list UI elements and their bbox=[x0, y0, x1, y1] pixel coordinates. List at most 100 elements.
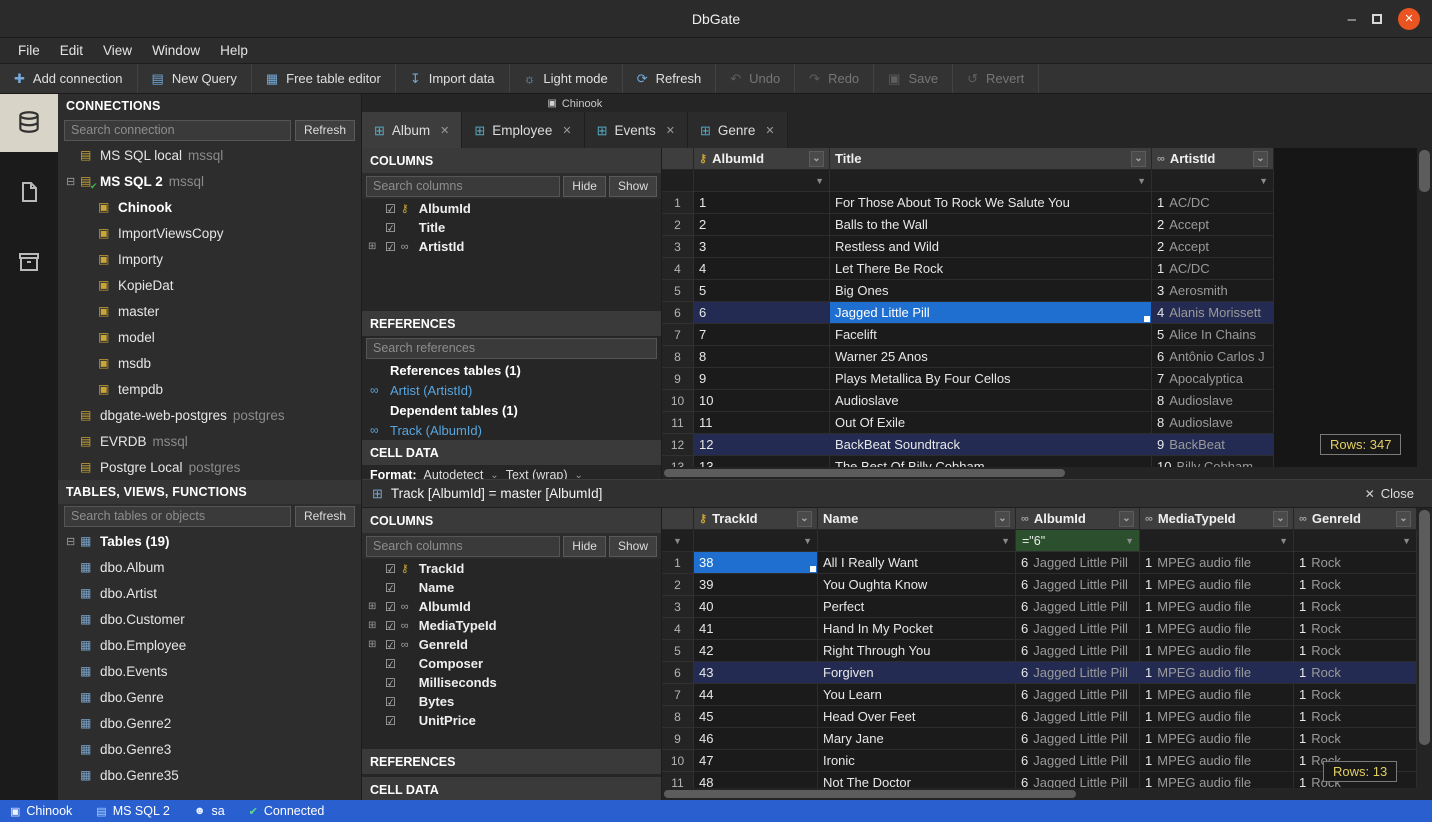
minimize-button[interactable]: – bbox=[1348, 11, 1356, 28]
connection-tree-item[interactable]: ▣ msdb bbox=[58, 350, 361, 376]
table-row[interactable]: 3 3 Restless and Wild 2Accept bbox=[662, 236, 1417, 258]
filter-input[interactable] bbox=[1154, 174, 1256, 188]
rail-archive-button[interactable] bbox=[0, 234, 58, 292]
expand-icon[interactable]: ⊞ bbox=[368, 241, 380, 252]
vertical-scrollbar[interactable] bbox=[1417, 508, 1432, 800]
cell-name[interactable]: Right Through You bbox=[818, 640, 1016, 662]
row-number[interactable]: 6 bbox=[662, 662, 694, 684]
row-number[interactable]: 5 bbox=[662, 640, 694, 662]
columns-search-input[interactable] bbox=[366, 176, 560, 197]
table-row[interactable]: 6 43 Forgiven 6Jagged Little Pill 1MPEG … bbox=[662, 662, 1417, 684]
column-menu-chevron[interactable]: ⌄ bbox=[1273, 511, 1288, 527]
filter-corner[interactable] bbox=[662, 170, 694, 192]
filter-corner[interactable]: ▼ bbox=[662, 530, 694, 552]
cell-name[interactable]: Ironic bbox=[818, 750, 1016, 772]
cell-artistid[interactable]: 4Alanis Morissett bbox=[1152, 302, 1274, 324]
grid-corner[interactable] bbox=[662, 148, 694, 170]
checkbox-icon[interactable]: ☑ bbox=[385, 240, 396, 254]
row-number[interactable]: 9 bbox=[662, 728, 694, 750]
cell-mediatypeid[interactable]: 1MPEG audio file bbox=[1140, 552, 1294, 574]
cell-albumid[interactable]: 6Jagged Little Pill bbox=[1016, 574, 1140, 596]
row-number[interactable]: 1 bbox=[662, 552, 694, 574]
connection-tree-item[interactable]: ⊟ ▤ ✔ MS SQL 2 mssql bbox=[58, 168, 361, 194]
column-menu-chevron[interactable]: ⌄ bbox=[797, 511, 812, 527]
cell-title[interactable]: Big Ones bbox=[830, 280, 1152, 302]
table-row[interactable]: 12 12 BackBeat Soundtrack 9BackBeat bbox=[662, 434, 1417, 456]
cell-albumid[interactable]: 8 bbox=[694, 346, 830, 368]
cell-name[interactable]: Hand In My Pocket bbox=[818, 618, 1016, 640]
tab-close-icon[interactable]: ✕ bbox=[562, 124, 571, 137]
table-row[interactable]: 6 6 Jagged Little Pill 4Alanis Morissett bbox=[662, 302, 1417, 324]
cell-genreid[interactable]: 1Rock bbox=[1294, 706, 1417, 728]
object-tree-item[interactable]: ▦ dbo.Album bbox=[58, 554, 361, 580]
funnel-icon[interactable]: ▼ bbox=[1399, 536, 1414, 546]
column-header-mediatypeid[interactable]: ∞ MediaTypeId ⌄ bbox=[1140, 508, 1294, 530]
column-header-artistid[interactable]: ∞ ArtistId ⌄ bbox=[1152, 148, 1274, 170]
cell-genreid[interactable]: 1Rock bbox=[1294, 662, 1417, 684]
connection-tree-item[interactable]: ▣ Chinook bbox=[58, 194, 361, 220]
cell-albumid[interactable]: 6Jagged Little Pill bbox=[1016, 750, 1140, 772]
row-number[interactable]: 7 bbox=[662, 324, 694, 346]
row-number[interactable]: 7 bbox=[662, 684, 694, 706]
checkbox-icon[interactable]: ☑ bbox=[385, 657, 396, 671]
row-number[interactable]: 12 bbox=[662, 434, 694, 456]
cell-mediatypeid[interactable]: 1MPEG audio file bbox=[1140, 706, 1294, 728]
cell-albumid[interactable]: 6Jagged Little Pill bbox=[1016, 596, 1140, 618]
cell-albumid[interactable]: 6Jagged Little Pill bbox=[1016, 706, 1140, 728]
show-button[interactable]: Show bbox=[609, 536, 657, 557]
column-list-item[interactable]: ☑ Name bbox=[362, 578, 661, 597]
table-row[interactable]: 2 39 You Oughta Know 6Jagged Little Pill… bbox=[662, 574, 1417, 596]
reference-text[interactable]: Track (AlbumId) bbox=[390, 423, 482, 438]
funnel-icon[interactable]: ▼ bbox=[1122, 536, 1137, 546]
connections-refresh-button[interactable]: Refresh bbox=[295, 120, 355, 141]
revert-button[interactable]: ↺ Revert bbox=[953, 64, 1039, 93]
horizontal-scrollbar[interactable] bbox=[662, 467, 1417, 479]
checkbox-icon[interactable]: ☑ bbox=[385, 202, 396, 216]
checkbox-icon[interactable]: ☑ bbox=[385, 638, 396, 652]
column-list-item[interactable]: ☑ ⚷ TrackId bbox=[362, 559, 661, 578]
cell-albumid[interactable]: 5 bbox=[694, 280, 830, 302]
row-number[interactable]: 3 bbox=[662, 596, 694, 618]
checkbox-icon[interactable]: ☑ bbox=[385, 619, 396, 633]
format-select[interactable]: Autodetect bbox=[424, 468, 484, 479]
object-tree-item[interactable]: ▦ dbo.Artist bbox=[58, 580, 361, 606]
cell-albumid[interactable]: 6 bbox=[694, 302, 830, 324]
cell-name[interactable]: You Learn bbox=[818, 684, 1016, 706]
reference-item[interactable]: Dependent tables (1) bbox=[362, 400, 661, 420]
expand-icon[interactable]: ⊟ bbox=[66, 175, 80, 188]
table-row[interactable]: 8 45 Head Over Feet 6Jagged Little Pill … bbox=[662, 706, 1417, 728]
filter-albumid-active[interactable]: ="6"▼ bbox=[1016, 530, 1140, 552]
object-tree-item[interactable]: ▦ dbo.Events bbox=[58, 658, 361, 684]
column-header-name[interactable]: Name ⌄ bbox=[818, 508, 1016, 530]
cell-artistid[interactable]: 2Accept bbox=[1152, 214, 1274, 236]
checkbox-icon[interactable]: ☑ bbox=[385, 714, 396, 728]
columns-search-input[interactable] bbox=[366, 536, 560, 557]
table-row[interactable]: 5 5 Big Ones 3Aerosmith bbox=[662, 280, 1417, 302]
cell-genreid[interactable]: 1Rock bbox=[1294, 596, 1417, 618]
table-row[interactable]: 4 4 Let There Be Rock 1AC/DC bbox=[662, 258, 1417, 280]
object-tree-item[interactable]: ▦ dbo.Genre2 bbox=[58, 710, 361, 736]
object-tree-item[interactable]: ▦ dbo.Genre bbox=[58, 684, 361, 710]
column-list-item[interactable]: ☑ Title bbox=[362, 218, 661, 237]
tab-genre[interactable]: ⊞ Genre ✕ bbox=[688, 112, 788, 150]
tab-events[interactable]: ⊞ Events ✕ bbox=[585, 112, 688, 150]
redo-button[interactable]: ↷ Redo bbox=[795, 64, 874, 93]
row-number[interactable]: 2 bbox=[662, 574, 694, 596]
table-row[interactable]: 11 11 Out Of Exile 8Audioslave bbox=[662, 412, 1417, 434]
hide-button[interactable]: Hide bbox=[563, 176, 606, 197]
undo-button[interactable]: ↶ Undo bbox=[716, 64, 795, 93]
cell-trackid[interactable]: 41 bbox=[694, 618, 818, 640]
tab-album[interactable]: ⊞ Album ✕ bbox=[362, 112, 462, 150]
row-number[interactable]: 4 bbox=[662, 618, 694, 640]
reference-item[interactable]: References tables (1) bbox=[362, 360, 661, 380]
table-row[interactable]: 9 9 Plays Metallica By Four Cellos 7Apoc… bbox=[662, 368, 1417, 390]
save-button[interactable]: ▣ Save bbox=[874, 64, 953, 93]
checkbox-icon[interactable]: ☑ bbox=[385, 221, 396, 235]
connection-tree-item[interactable]: ▣ ImportViewsCopy bbox=[58, 220, 361, 246]
object-tree-item[interactable]: ▦ dbo.Genre35 bbox=[58, 762, 361, 788]
funnel-icon[interactable]: ▼ bbox=[670, 536, 685, 546]
cell-artistid[interactable]: 6Antônio Carlos J bbox=[1152, 346, 1274, 368]
cell-artistid[interactable]: 2Accept bbox=[1152, 236, 1274, 258]
object-tree-item[interactable]: ▦ dbo.Employee bbox=[58, 632, 361, 658]
scrollbar-thumb[interactable] bbox=[1419, 510, 1430, 745]
